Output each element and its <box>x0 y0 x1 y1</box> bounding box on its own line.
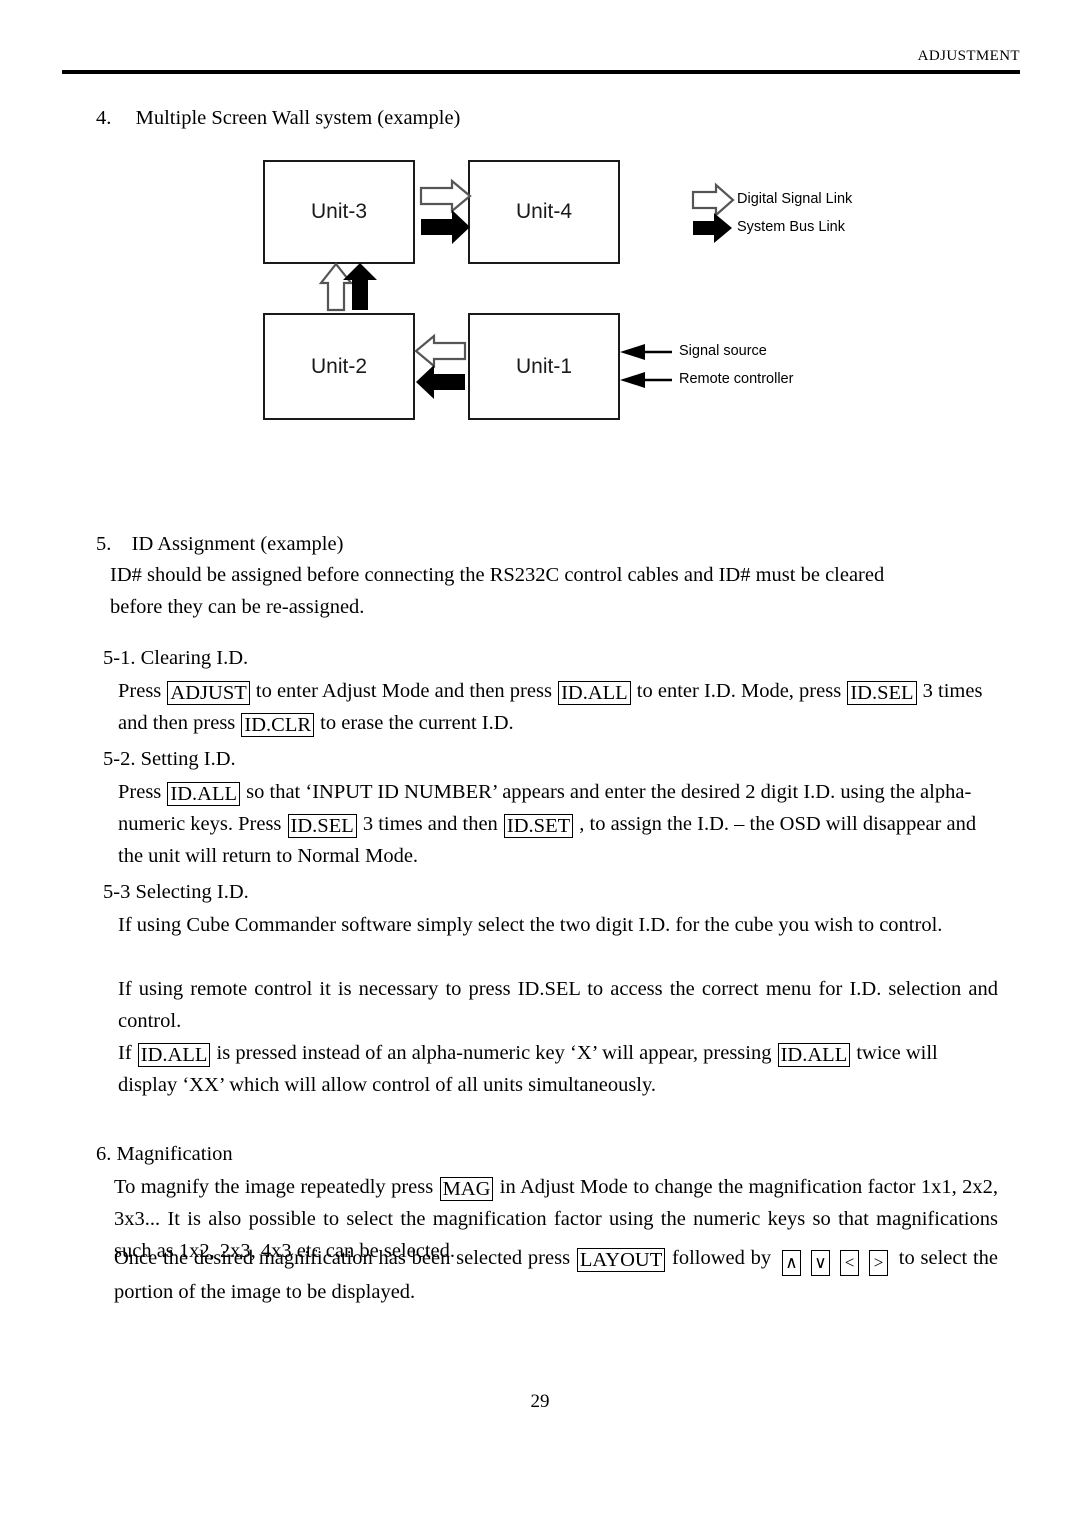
key-id-sel[interactable]: ID.SEL <box>847 681 917 705</box>
key-id-all[interactable]: ID.ALL <box>777 1043 851 1067</box>
section-4-heading: 4. Multiple Screen Wall system (example) <box>96 103 460 133</box>
diagram-unit-2: Unit-2 <box>263 313 415 420</box>
remote-controller-arrow <box>620 372 672 388</box>
unit-4-label: Unit-4 <box>515 200 573 223</box>
section-6-paragraph-2: Once the desired magnification has been … <box>114 1242 998 1308</box>
signal-source-label: Signal source <box>679 343 767 359</box>
s52-text-1: Press <box>118 781 167 803</box>
page-number: 29 <box>530 1391 550 1412</box>
key-id-all[interactable]: ID.ALL <box>558 681 631 705</box>
legend-system-bus-link-label: System Bus Link <box>737 219 845 235</box>
diagram-unit-1: Unit-1 <box>468 313 620 420</box>
section-5-3-paragraph-1: If using Cube Commander software simply … <box>118 914 943 936</box>
key-layout[interactable]: LAYOUT <box>576 1248 666 1272</box>
page-header: ADJUSTMENT <box>62 48 1020 78</box>
arrow-solid-right-u3-u4 <box>421 210 470 244</box>
section-5-body-line-1: ID# should be assigned before connecting… <box>110 564 885 586</box>
arrow-hollow-up-u2-u3 <box>318 262 354 312</box>
arrow-hollow-left-u1-u2 <box>414 333 467 369</box>
section-5-2-heading: 5-2. Setting I.D. <box>103 748 236 770</box>
arrow-solid-up-u2-u3 <box>343 263 377 310</box>
s51-text-2: to enter Adjust Mode and then press <box>250 680 558 702</box>
arrow-solid-left-u1-u2 <box>416 365 465 399</box>
section-5-title: ID Assignment (example) <box>131 533 344 555</box>
key-adjust[interactable]: ADJUST <box>167 681 250 705</box>
legend-digital-signal-link-label: Digital Signal Link <box>737 191 853 207</box>
arrow-hollow-right-u3-u4 <box>419 178 472 214</box>
s53-text-1: If <box>118 1042 137 1064</box>
section-4-title: Multiple Screen Wall system (example) <box>135 107 461 129</box>
section-5-1-heading: 5-1. Clearing I.D. <box>103 647 249 669</box>
key-arrow-up[interactable]: ∧ <box>781 1250 801 1276</box>
section-4-number: 4. <box>96 107 112 129</box>
s6-text-4: followed by <box>666 1247 777 1269</box>
unit-3-label: Unit-3 <box>310 200 368 223</box>
section-5-3-heading: 5-3 Selecting I.D. <box>103 881 249 903</box>
remote-controller-label: Remote controller <box>679 371 794 387</box>
section-5-2-body: Press ID.ALL so that ‘INPUT ID NUMBER’ a… <box>118 776 998 872</box>
section-5-3-paragraph-2: If using remote control it is necessary … <box>118 978 998 1032</box>
unit-1-label: Unit-1 <box>515 354 573 378</box>
key-id-all[interactable]: ID.ALL <box>137 1043 211 1067</box>
s53-text-2: is pressed instead of an alpha-numeric k… <box>211 1042 777 1064</box>
section-5-heading: 5. ID Assignment (example) <box>96 529 343 559</box>
s52-text-3: 3 times and then <box>357 813 503 835</box>
diagram-unit-3: Unit-3 <box>263 160 415 264</box>
section-6-heading: 6. Magnification <box>96 1143 233 1165</box>
s6-text-1: To magnify the image repeatedly press <box>114 1176 439 1198</box>
s6-text-3: Once the desired magnification has been … <box>114 1247 576 1269</box>
header-title: ADJUSTMENT <box>917 48 1020 64</box>
key-mag[interactable]: MAG <box>439 1177 494 1201</box>
section-5-3-paragraph-3: If ID.ALL is pressed instead of an alpha… <box>118 1037 998 1101</box>
s51-text-3: to enter I.D. Mode, press <box>631 680 847 702</box>
key-id-sel[interactable]: ID.SEL <box>287 814 357 838</box>
key-id-all[interactable]: ID.ALL <box>167 782 241 806</box>
key-arrow-down[interactable]: ∨ <box>810 1250 830 1276</box>
key-id-set[interactable]: ID.SET <box>503 814 574 838</box>
section-5-1-body: Press ADJUST to enter Adjust Mode and th… <box>118 675 998 739</box>
unit-2-label: Unit-2 <box>310 354 368 378</box>
section-5-number: 5. <box>96 533 112 555</box>
key-arrow-right[interactable]: > <box>868 1250 888 1276</box>
s51-text-5: to erase the current I.D. <box>315 712 514 734</box>
key-id-clr[interactable]: ID.CLR <box>241 713 315 737</box>
signal-source-arrow <box>620 344 672 360</box>
section-5-body-line-2: before they can be re-assigned. <box>110 596 365 618</box>
legend-digital-signal-arrow <box>691 182 735 218</box>
legend-system-bus-arrow <box>693 213 732 243</box>
diagram-unit-4: Unit-4 <box>468 160 620 264</box>
header-divider <box>62 70 1020 74</box>
key-arrow-left[interactable]: < <box>839 1250 859 1276</box>
s51-text-1: Press <box>118 680 167 702</box>
